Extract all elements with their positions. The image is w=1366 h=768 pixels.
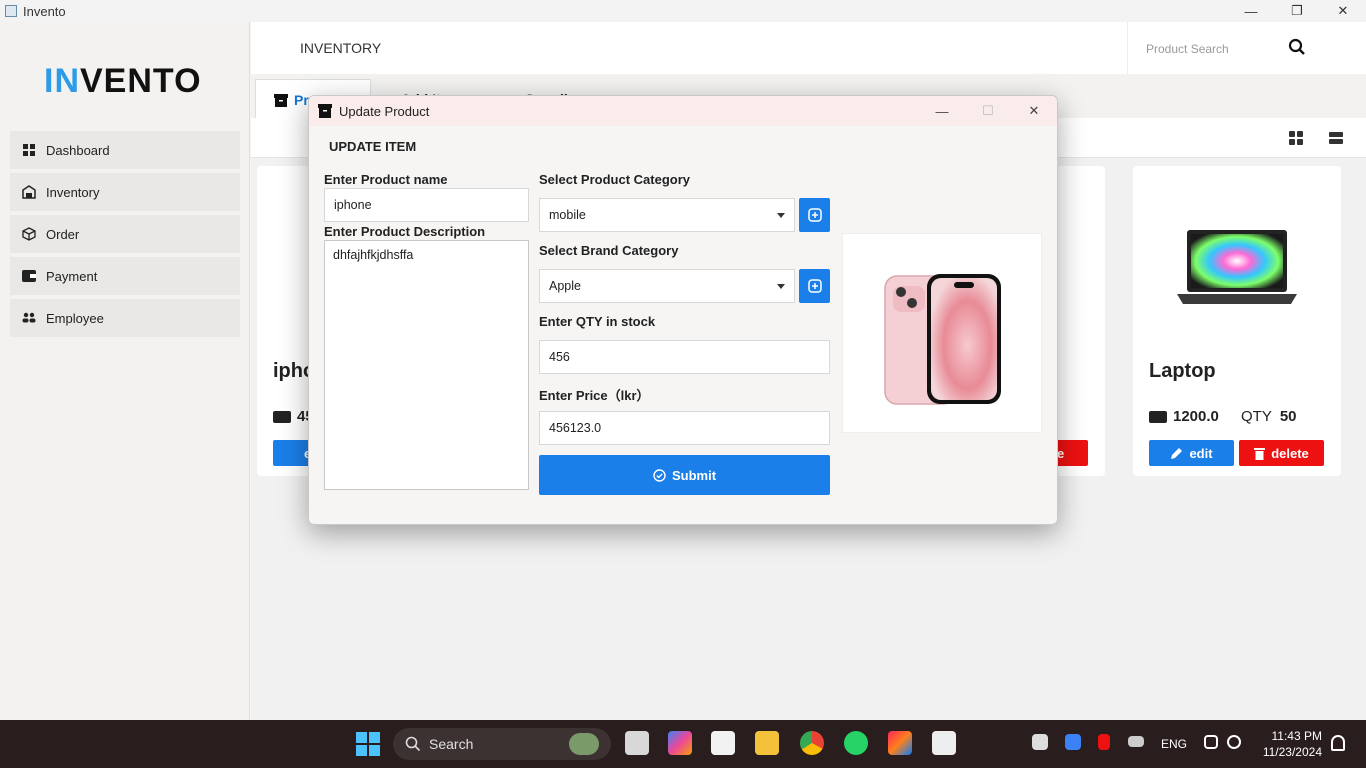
add-brand-button[interactable] <box>799 269 830 303</box>
sidebar: INVENTO Dashboard Inventory Order Paymen… <box>0 22 250 720</box>
product-name: Laptop <box>1149 360 1216 382</box>
sidebar-item-inventory[interactable]: Inventory <box>10 173 240 211</box>
product-category-label: Select Product Category <box>539 172 690 187</box>
minimize-button[interactable]: — <box>1228 0 1274 22</box>
close-button[interactable]: ✕ <box>1320 0 1366 22</box>
section-title: UPDATE ITEM <box>329 139 417 154</box>
money-icon <box>273 410 291 423</box>
windows-start-icon[interactable] <box>356 732 380 761</box>
dialog-maximize-button: ☐ <box>982 103 994 118</box>
brand-category-select[interactable]: Apple <box>539 269 795 303</box>
edit-button[interactable]: edit <box>1149 440 1234 466</box>
sidebar-item-label: Payment <box>46 268 98 284</box>
task-view-icon[interactable] <box>625 731 649 755</box>
window-titlebar: Invento — ❐ ✕ <box>0 0 1366 22</box>
wallet-icon <box>22 269 36 283</box>
app-logo: INVENTO <box>44 62 202 100</box>
intellij-icon[interactable] <box>888 731 912 755</box>
product-image-preview <box>842 233 1042 433</box>
sidebar-item-payment[interactable]: Payment <box>10 257 240 295</box>
tray-app-icon[interactable] <box>1032 734 1048 750</box>
grid-view-icon[interactable] <box>1289 131 1303 150</box>
store-icon[interactable] <box>711 731 735 755</box>
dashboard-icon <box>22 143 36 157</box>
product-qty: QTY 50 <box>1241 408 1297 425</box>
qty-field[interactable]: 456 <box>539 340 830 374</box>
search-highlight-icon <box>569 733 599 755</box>
taskbar-search[interactable]: Search <box>393 728 611 760</box>
language-indicator[interactable]: ENG <box>1161 720 1187 768</box>
product-description-field[interactable]: dhfajhfkjdhsffa <box>324 240 529 490</box>
sidebar-item-label: Employee <box>46 310 104 326</box>
archive-icon <box>274 93 288 107</box>
plus-square-icon <box>807 279 822 293</box>
trash-icon <box>1254 447 1266 460</box>
sidebar-item-label: Order <box>46 226 80 242</box>
inventory-icon <box>22 185 36 199</box>
chevron-down-icon <box>777 284 785 289</box>
check-circle-icon <box>653 468 666 482</box>
laptop-image <box>1173 228 1301 308</box>
chevron-down-icon <box>777 213 785 218</box>
search-icon <box>405 736 421 752</box>
add-category-button[interactable] <box>799 198 830 232</box>
brand-category-label: Select Brand Category <box>539 243 679 258</box>
price-field[interactable]: 456123.0 <box>539 411 830 445</box>
search-icon[interactable] <box>1288 38 1306 61</box>
search-input[interactable]: Product Search <box>1146 42 1229 56</box>
product-name-field[interactable]: iphone <box>324 188 529 222</box>
pencil-icon <box>1171 447 1183 459</box>
maximize-button[interactable]: ❐ <box>1274 0 1320 22</box>
copilot-icon[interactable] <box>668 731 692 755</box>
notification-bell-icon[interactable] <box>1331 735 1345 751</box>
product-category-select[interactable]: mobile <box>539 198 795 232</box>
box-icon <box>22 227 36 241</box>
window-title: Invento <box>23 3 66 19</box>
plus-square-icon <box>807 208 822 222</box>
dialog-minimize-button[interactable]: — <box>919 96 965 126</box>
whatsapp-icon[interactable] <box>844 731 868 755</box>
qty-label: Enter QTY in stock <box>539 314 656 329</box>
network-icon[interactable] <box>1204 735 1218 749</box>
microphone-icon[interactable] <box>1098 734 1110 750</box>
users-icon <box>22 311 36 325</box>
product-card: Laptop 1200.0 QTY 50 edit delete <box>1133 166 1341 476</box>
keyboard-icon[interactable] <box>1128 736 1144 747</box>
delete-button[interactable]: delete <box>1239 440 1324 466</box>
archive-icon <box>318 104 332 118</box>
sidebar-item-label: Inventory <box>46 184 100 200</box>
page-title: INVENTORY <box>300 40 382 56</box>
top-header: INVENTORY Product Search <box>251 22 1366 74</box>
product-description-label: Enter Product Description <box>324 224 486 239</box>
sidebar-item-employee[interactable]: Employee <box>10 299 240 337</box>
java-app-icon[interactable] <box>932 731 956 755</box>
product-price: 1200.0 <box>1149 408 1219 425</box>
chrome-icon[interactable] <box>800 731 824 755</box>
money-icon <box>1149 410 1167 423</box>
price-label: Enter Price（lkr） <box>539 388 650 403</box>
security-icon[interactable] <box>1065 734 1081 750</box>
app-icon <box>5 5 17 17</box>
product-search[interactable]: Product Search <box>1127 22 1366 74</box>
list-view-icon[interactable] <box>1329 131 1343 150</box>
file-explorer-icon[interactable] <box>755 731 779 755</box>
os-taskbar: Search ENG 11:43 PM 11/23/2024 <box>0 720 1366 768</box>
update-product-dialog: Update Product — ☐ ✕ UPDATE ITEM Enter P… <box>308 95 1058 525</box>
dialog-close-button[interactable]: ✕ <box>1011 96 1057 126</box>
submit-button[interactable]: Submit <box>539 455 830 495</box>
phone-image <box>884 274 1001 405</box>
sidebar-nav: Dashboard Inventory Order Payment Employ… <box>10 131 240 341</box>
sidebar-item-label: Dashboard <box>46 142 110 158</box>
product-name-label: Enter Product name <box>324 172 448 187</box>
system-clock[interactable]: 11:43 PM 11/23/2024 <box>1263 728 1322 760</box>
dialog-titlebar: Update Product — ☐ ✕ <box>309 96 1057 126</box>
sidebar-item-order[interactable]: Order <box>10 215 240 253</box>
sidebar-item-dashboard[interactable]: Dashboard <box>10 131 240 169</box>
volume-icon[interactable] <box>1227 735 1241 749</box>
dialog-title: Update Product <box>339 103 430 119</box>
